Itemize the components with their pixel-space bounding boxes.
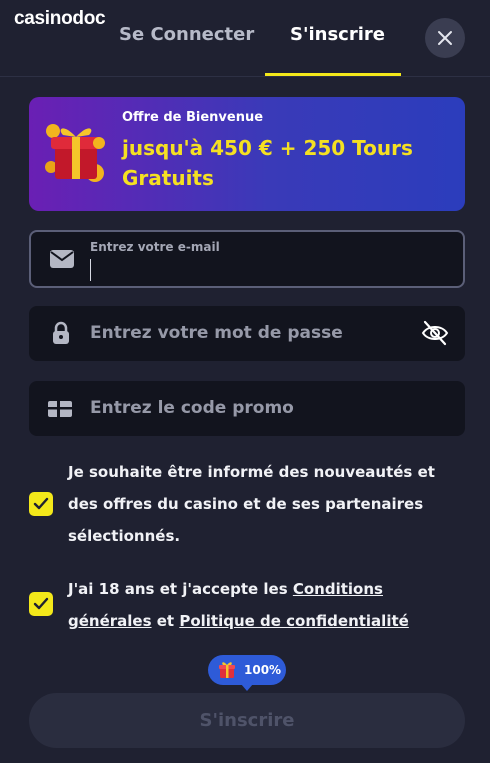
- checkmark-icon: [33, 497, 49, 510]
- completion-badge: 100%: [208, 655, 286, 691]
- tab-signup[interactable]: S'inscrire: [290, 24, 385, 45]
- terms-consent-text: J'ai 18 ans et j'accepte les Conditions …: [68, 573, 468, 637]
- tab-login[interactable]: Se Connecter: [119, 24, 254, 45]
- newsletter-checkbox[interactable]: [29, 492, 53, 516]
- gift-icon: [45, 124, 105, 182]
- promo-code-field[interactable]: Entrez le code promo: [29, 381, 465, 436]
- logo: casinodoc: [14, 8, 106, 29]
- promo-subtitle: Offre de Bienvenue: [122, 110, 264, 125]
- password-field[interactable]: Entrez votre mot de passe: [29, 306, 465, 361]
- password-placeholder: Entrez votre mot de passe: [90, 323, 343, 343]
- email-field[interactable]: Entrez votre e-mail: [29, 230, 465, 288]
- checkmark-icon: [33, 597, 49, 610]
- terms-prefix: J'ai 18 ans et j'accepte les: [68, 580, 293, 598]
- text-cursor: [90, 259, 91, 281]
- terms-checkbox[interactable]: [29, 592, 53, 616]
- submit-label: S'inscrire: [199, 710, 295, 731]
- promo-title: jusqu'à 450 € + 250 Tours Gratuits: [122, 136, 413, 190]
- eye-off-icon[interactable]: [421, 320, 449, 346]
- gift-card-icon: [48, 401, 72, 417]
- active-tab-indicator: [265, 73, 401, 76]
- auth-tabs: casinodoc Se Connecter S'inscrire: [0, 0, 490, 77]
- gift-icon: [219, 662, 235, 678]
- terms-middle: et: [151, 612, 180, 630]
- welcome-offer-banner: Offre de Bienvenue jusqu'à 450 € + 250 T…: [29, 97, 465, 211]
- completion-percent: 100%: [244, 663, 282, 677]
- newsletter-consent-text: Je souhaite être informé des nouveautés …: [68, 463, 435, 545]
- close-button[interactable]: [425, 18, 465, 58]
- close-icon: [438, 31, 452, 45]
- lock-icon: [53, 321, 69, 344]
- promo-code-placeholder: Entrez le code promo: [90, 398, 294, 418]
- signup-submit-button[interactable]: S'inscrire: [29, 693, 465, 748]
- email-label: Entrez votre e-mail: [90, 240, 220, 254]
- privacy-link[interactable]: Politique de confidentialité: [179, 612, 408, 630]
- mail-icon: [50, 250, 74, 268]
